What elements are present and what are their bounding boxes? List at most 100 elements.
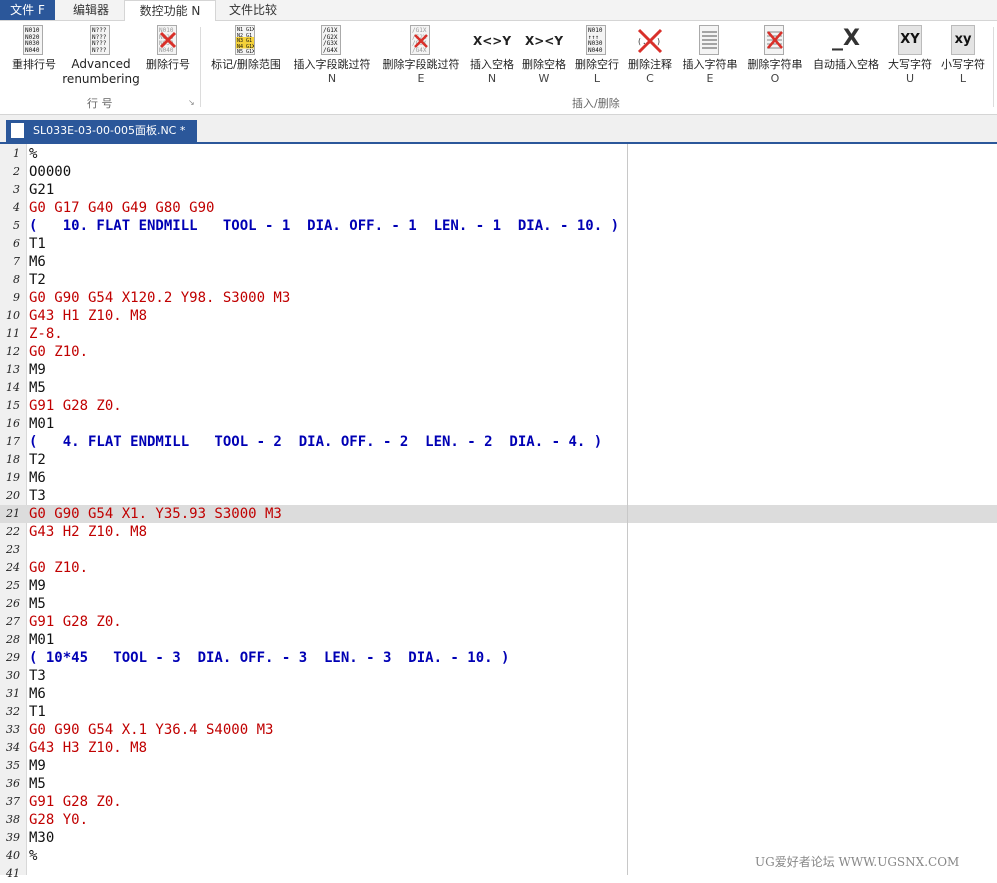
advanced-renumbering-button[interactable]: N??? N??? N??? N??? Advanced renumbering [62,25,140,87]
line-number: 24 [6,561,20,574]
file-menu-tab[interactable]: 文件 F [0,0,55,20]
delete-spaces-button[interactable]: X><Y 删除空格 W [519,25,569,86]
renumber-button[interactable]: N010 N020 N030 N040 重排行号 [8,25,60,72]
code-line[interactable]: 26 M5 [0,595,997,613]
code-line[interactable]: 6 T1 [0,235,997,253]
code-line[interactable]: 14 M5 [0,379,997,397]
code-text: M01 [29,632,55,648]
code-text: G0 G90 G54 X1. Y35.93 S3000 M3 [29,506,282,522]
dialog-launcher-icon[interactable]: ↘ [188,98,195,107]
line-number: 22 [6,525,20,538]
code-editor[interactable]: 1% 2 O0000 3 G21 4 G0 G17 G40 G49 G80 G90 5 ( 10… [0,144,997,880]
code-line[interactable]: 27 G91 G28 Z0. [0,613,997,631]
line-number: 30 [6,669,20,682]
line-number: 12 [6,345,20,358]
insert-string-button[interactable]: 插入字符串 E [678,25,742,86]
line-number: 35 [6,759,20,772]
code-text: T3 [29,668,46,684]
code-line[interactable]: 2 O0000 [0,163,997,181]
code-line[interactable]: 13 M9 [0,361,997,379]
line-number: 18 [6,453,20,466]
code-line[interactable]: 5 ( 10. FLAT ENDMILL TOOL - 1 DIA. OFF. -… [0,217,997,235]
delete-string-button[interactable]: 删除字符串 O [744,25,806,86]
code-line[interactable]: 39 M30 [0,829,997,847]
code-line[interactable]: 21 G0 G90 G54 X1. Y35.93 S3000 M3 [0,505,997,523]
line-number: 10 [6,309,20,322]
menu-bar: 文件 F 编辑器 数控功能 N 文件比较 [0,0,997,22]
code-line[interactable]: 4 G0 G17 G40 G49 G80 G90 [0,199,997,217]
code-line[interactable]: 3 G21 [0,181,997,199]
auto-insert-space-icon: _X [832,26,860,51]
auto-insert-space-button[interactable]: _X 自动插入空格 [808,25,884,72]
code-line[interactable]: 24 G0 Z10. [0,559,997,577]
code-text: T1 [29,236,46,252]
code-line[interactable]: 31 M6 [0,685,997,703]
uppercase-button[interactable]: XY 大写字符 U [885,25,935,86]
code-line[interactable]: 11 Z-8. [0,325,997,343]
line-number: 4 [13,201,20,214]
line-number: 31 [6,687,20,700]
insert-block-skip-icon: /G1X /G2X /G3X /G4X [321,25,341,55]
delete-block-skip-button[interactable]: /G1X /G2X /G3X /G4X 删除字段跳过符 E [378,25,464,86]
code-line[interactable]: 12 G0 Z10. [0,343,997,361]
tab-editor[interactable]: 编辑器 [60,0,122,20]
code-line[interactable]: 32 T1 [0,703,997,721]
code-line[interactable]: 29 ( 10*45 TOOL - 3 DIA. OFF. - 3 LEN. - … [0,649,997,667]
code-line[interactable]: 9 G0 G90 G54 X120.2 Y98. S3000 M3 [0,289,997,307]
code-line[interactable]: 19 M6 [0,469,997,487]
line-number: 19 [6,471,20,484]
code-line[interactable]: 25 M9 [0,577,997,595]
code-line[interactable]: 20 T3 [0,487,997,505]
code-text: M9 [29,362,46,378]
code-line[interactable]: 1% [0,145,997,163]
code-line[interactable]: 7 M6 [0,253,997,271]
code-line[interactable]: 15 G91 G28 Z0. [0,397,997,415]
line-number: 15 [6,399,20,412]
delete-comments-button[interactable]: (...) 删除注释 C [625,25,675,86]
code-text: G43 H2 Z10. M8 [29,524,148,540]
uppercase-icon: XY [898,25,922,55]
code-line[interactable]: 17 ( 4. FLAT ENDMILL TOOL - 2 DIA. OFF. -… [0,433,997,451]
tab-file-compare[interactable]: 文件比较 [216,0,290,20]
code-line[interactable]: 37 G91 G28 Z0. [0,793,997,811]
code-text: M6 [29,254,46,270]
code-line[interactable]: 34 G43 H3 Z10. M8 [0,739,997,757]
code-text: G91 G28 Z0. [29,794,122,810]
code-text: M5 [29,380,46,396]
code-text: M9 [29,758,46,774]
insert-block-skip-button[interactable]: /G1X /G2X /G3X /G4X 插入字段跳过符 N [289,25,375,86]
lowercase-button[interactable]: xy 小写字符 L [938,25,988,86]
ribbon: N010 N020 N030 N040 重排行号 N??? N??? N??? … [0,21,997,115]
delete-line-number-button[interactable]: N010 N020 N030 N040 删除行号 [142,25,194,72]
code-line[interactable]: 10 G43 H1 Z10. M8 [0,307,997,325]
line-number: 33 [6,723,20,736]
code-line[interactable]: 8 T2 [0,271,997,289]
line-number: 5 [13,219,20,232]
watermark: UG爱好者论坛 WWW.UGSNX.COM [755,855,960,869]
line-number: 17 [6,435,20,448]
mark-delete-range-button[interactable]: N1 G1X N2 G1 N3 G1 N4 G1X N5 G1X 标记/删除范围 [206,25,286,72]
delete-empty-lines-button[interactable]: N010 ↑↑↑ N030 N040 删除空行 L [572,25,622,86]
insert-spaces-button[interactable]: X<>Y 插入空格 N [467,25,517,86]
delete-empty-lines-icon: N010 ↑↑↑ N030 N040 [586,25,606,55]
code-line[interactable]: 38 G28 Y0. [0,811,997,829]
code-line[interactable]: 35 M9 [0,757,997,775]
line-number: 3 [13,183,20,196]
line-number: 29 [6,651,20,664]
code-line[interactable]: 18 T2 [0,451,997,469]
code-text: G0 G90 G54 X120.2 Y98. S3000 M3 [29,290,291,306]
code-text: G91 G28 Z0. [29,614,122,630]
document-tab[interactable]: SL033E-03-00-005面板.NC * [6,120,197,142]
line-number: 20 [6,489,20,502]
tab-cnc-functions[interactable]: 数控功能 N [124,0,216,22]
code-line[interactable]: 36 M5 [0,775,997,793]
code-line[interactable]: 28 M01 [0,631,997,649]
code-line[interactable]: 22 G43 H2 Z10. M8 [0,523,997,541]
code-line[interactable]: 23 [0,541,997,559]
nc-file-icon [11,123,24,138]
delete-spaces-icon: X><Y [524,34,564,48]
code-text: T2 [29,452,46,468]
code-line[interactable]: 16 M01 [0,415,997,433]
code-line[interactable]: 33 G0 G90 G54 X.1 Y36.4 S4000 M3 [0,721,997,739]
code-line[interactable]: 30 T3 [0,667,997,685]
